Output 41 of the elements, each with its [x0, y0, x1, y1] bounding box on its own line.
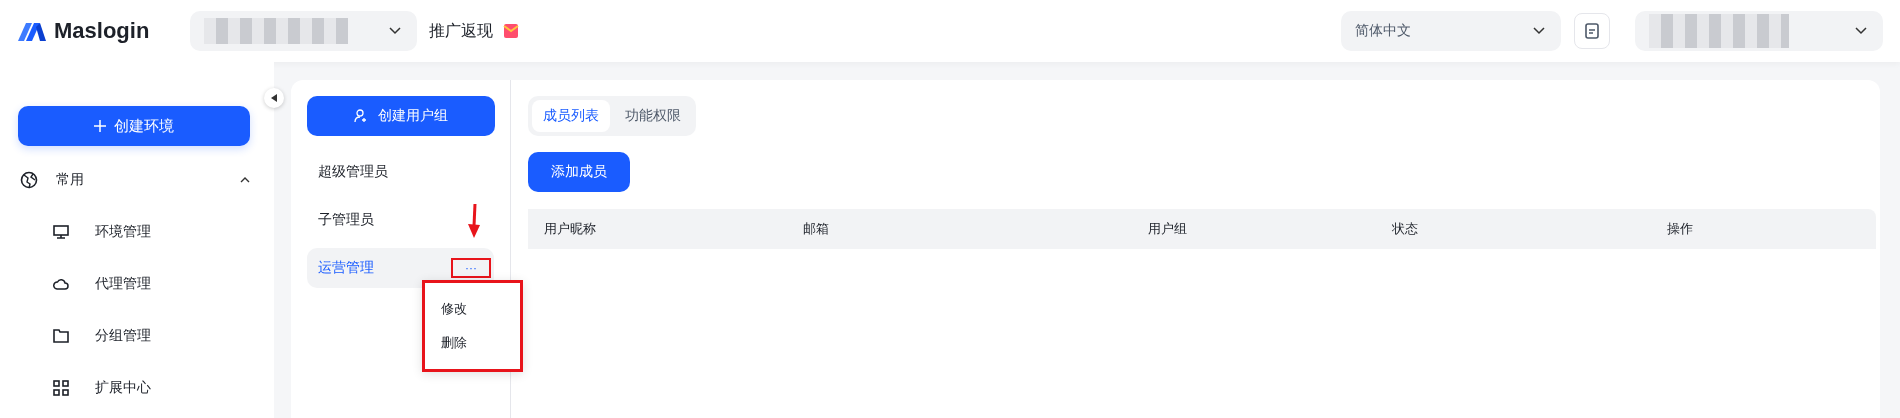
column-header: 操作 [1667, 220, 1694, 238]
column-header: 状态 [1392, 220, 1419, 238]
column-header: 用户组 [1148, 220, 1188, 238]
document-icon [1585, 23, 1599, 39]
more-button[interactable]: ··· [451, 258, 491, 278]
nav-item[interactable]: 扩展中心 [95, 379, 151, 397]
chevron-down-icon [389, 27, 401, 35]
collapse-button[interactable] [264, 88, 284, 108]
add-member-button[interactable]: 添加成员 [528, 152, 630, 192]
chevron-down-icon [1855, 27, 1867, 35]
menu-item[interactable]: 修改 [441, 300, 520, 318]
tab[interactable]: 成员列表 [532, 100, 610, 132]
nav-section[interactable]: 常用 [18, 160, 250, 200]
gift-icon [503, 23, 519, 39]
plus-icon [94, 120, 106, 132]
language-dropdown[interactable]: 简体中文 [1341, 11, 1561, 51]
nav-item[interactable]: 环境管理 [95, 223, 151, 241]
create-environment-button[interactable]: 创建环境 [18, 106, 250, 146]
menu-item[interactable]: 删除 [441, 334, 520, 352]
column-header: 邮箱 [803, 220, 830, 238]
tab[interactable]: 功能权限 [614, 100, 692, 132]
brand-name: Maslogin [54, 18, 150, 44]
create-group-button[interactable]: 创建用户组 [307, 96, 495, 136]
cloud-icon [53, 277, 69, 291]
nav-item[interactable]: 代理管理 [95, 275, 151, 293]
monitor-icon [53, 224, 69, 240]
group-item[interactable]: 子管理员 [307, 200, 494, 240]
add-user-icon [354, 109, 368, 123]
promo-link[interactable]: 推广返现 [429, 20, 493, 42]
globe-icon [20, 171, 38, 189]
group-item[interactable]: 超级管理员 [307, 152, 494, 192]
chevron-down-icon [1533, 27, 1545, 35]
group-item[interactable]: 运营管理 ··· [307, 248, 494, 288]
column-header: 用户昵称 [544, 220, 597, 238]
folder-icon [53, 329, 69, 343]
document-button[interactable] [1574, 13, 1610, 49]
nav-item[interactable]: 分组管理 [95, 327, 151, 345]
grid-icon [53, 380, 69, 396]
logo-icon [18, 21, 46, 41]
caret-left-icon [271, 94, 277, 102]
chevron-up-icon [240, 177, 250, 183]
